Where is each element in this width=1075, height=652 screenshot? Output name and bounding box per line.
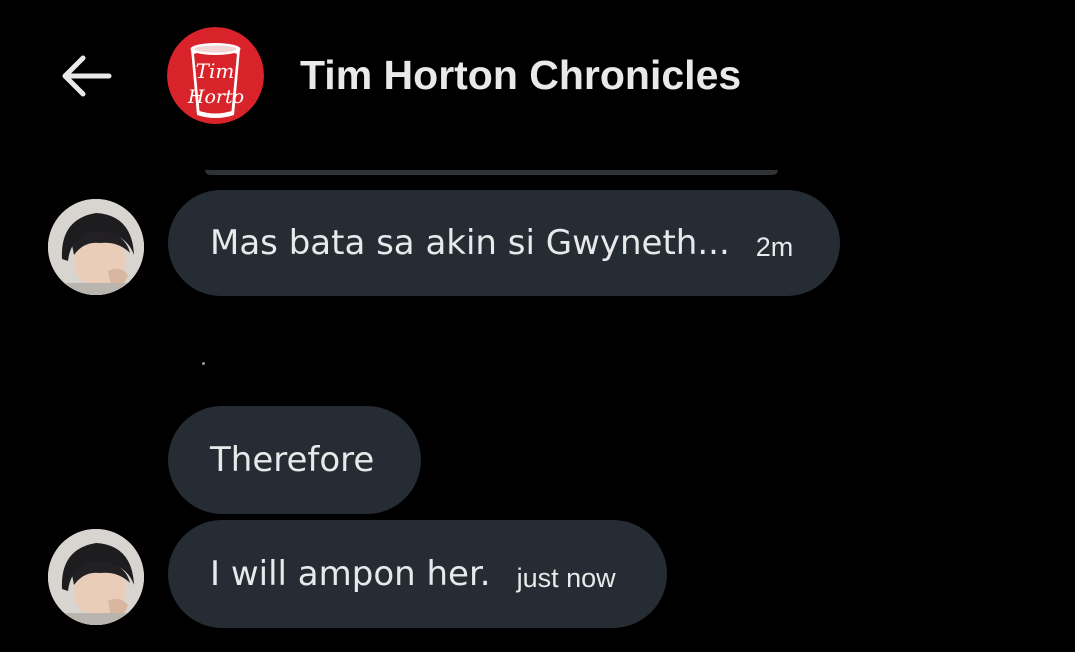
conversation-title[interactable]: Tim Horton Chronicles — [300, 52, 741, 99]
user-photo-icon — [48, 199, 144, 295]
dm-conversation-screen: Tim Horto Tim Horton Chronicles Mas bata… — [0, 0, 1075, 652]
message-timestamp: 2m — [755, 231, 794, 262]
logo-text-tim: Tim — [196, 59, 235, 83]
user-photo-icon — [48, 529, 144, 625]
message-text: I will ampon her. — [210, 554, 491, 594]
message-text: Mas bata sa akin si Gwyneth... — [210, 223, 730, 263]
conversation-header: Tim Horto Tim Horton Chronicles — [0, 0, 1075, 150]
back-button[interactable] — [52, 48, 118, 104]
message-timestamp: just now — [516, 562, 616, 593]
message-text: Therefore — [210, 440, 375, 480]
sender-avatar[interactable] — [48, 529, 144, 625]
sender-avatar[interactable] — [48, 199, 144, 295]
arrow-left-icon — [62, 55, 112, 97]
message-bubble[interactable]: Mas bata sa akin si Gwyneth... 2m — [168, 190, 840, 296]
message-bubble[interactable]: Therefore — [168, 406, 421, 514]
group-avatar[interactable]: Tim Horto — [167, 27, 264, 124]
tim-hortons-cup-logo: Tim Horto — [167, 27, 264, 124]
message-bubble[interactable]: I will ampon her. just now — [168, 520, 667, 628]
logo-text-horton: Horto — [187, 86, 244, 108]
separator-dot — [202, 362, 205, 365]
message-divider — [205, 170, 778, 175]
